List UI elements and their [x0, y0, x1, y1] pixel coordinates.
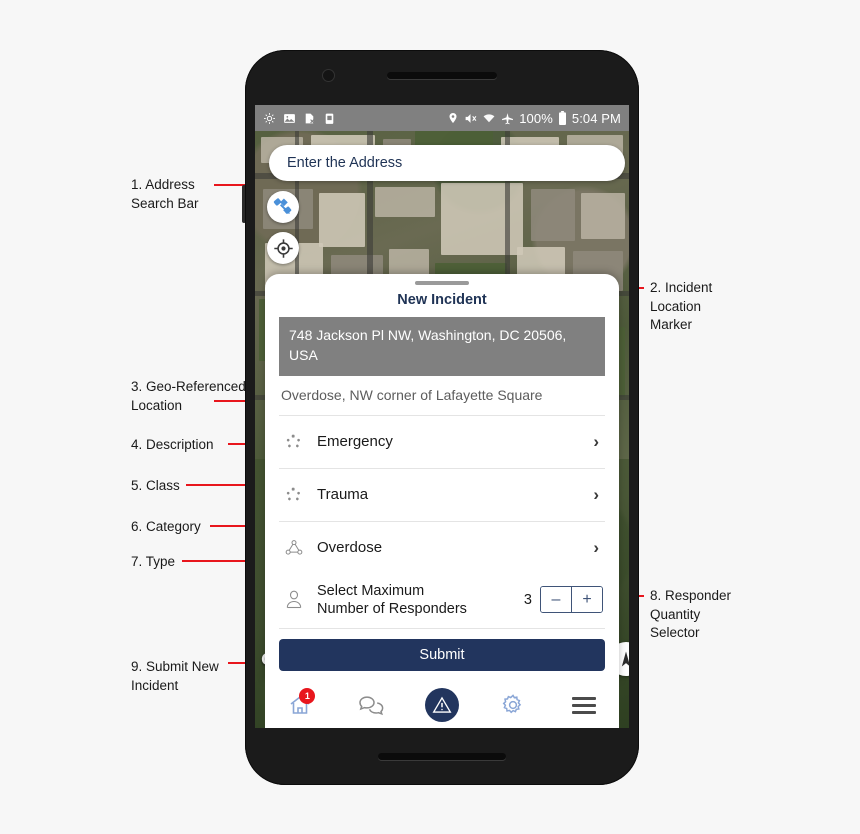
satellite-icon: [273, 198, 292, 214]
geo-referenced-location-field[interactable]: 748 Jackson Pl NW, Washington, DC 20506,…: [279, 317, 605, 376]
airplane-mode-icon: [501, 112, 514, 125]
chat-bubbles-icon: [359, 696, 384, 716]
bottom-navigation-bar: 1: [265, 682, 619, 728]
my-location-button[interactable]: [267, 232, 299, 264]
type-row[interactable]: Overdose ›: [279, 522, 605, 574]
nav-item-menu[interactable]: [561, 685, 607, 725]
location-crosshair-icon: [263, 112, 276, 125]
gear-icon: [502, 694, 521, 714]
mute-icon: [464, 112, 477, 125]
nav-item-settings[interactable]: [490, 685, 536, 725]
address-search-bar[interactable]: Enter the Address: [269, 145, 625, 181]
annotation-8-responder-quantity-selector: 8. Responder Quantity Selector: [650, 588, 732, 641]
class-value: Emergency: [317, 433, 393, 451]
nav-item-messages[interactable]: [348, 685, 394, 725]
phone-frame: 100% 5:04 PM Enter the Address New Incid…: [245, 50, 639, 785]
responder-quantity-row[interactable]: Select Maximum Number of Responders 3 – …: [279, 574, 605, 629]
sheet-drag-handle[interactable]: [415, 281, 469, 285]
phone-front-camera: [323, 70, 334, 81]
warning-triangle-icon: [432, 696, 452, 713]
class-burst-icon: [281, 432, 307, 452]
status-bar-left-icons: [263, 112, 336, 125]
nav-item-alerts[interactable]: [419, 685, 465, 725]
image-icon: [283, 112, 296, 125]
battery-icon: [558, 111, 567, 125]
category-burst-icon: [281, 485, 307, 505]
responder-count-value: 3: [523, 591, 532, 608]
status-bar-right-icons: 100% 5:04 PM: [447, 111, 621, 126]
type-value: Overdose: [317, 539, 383, 557]
clipboard-icon: [323, 112, 336, 125]
satellite-layer-button[interactable]: [267, 191, 299, 223]
phone-screen: 100% 5:04 PM Enter the Address New Incid…: [255, 105, 629, 728]
responder-increment-button[interactable]: +: [572, 587, 602, 613]
status-bar: 100% 5:04 PM: [255, 105, 629, 131]
responder-stepper[interactable]: – +: [540, 586, 603, 614]
responder-quantity-label: Select Maximum Number of Responders: [317, 582, 467, 617]
person-icon: [281, 589, 307, 611]
address-search-input-placeholder[interactable]: Enter the Address: [287, 155, 402, 171]
chevron-right-icon-class[interactable]: ›: [593, 433, 603, 450]
description-field[interactable]: Overdose, NW corner of Lafayette Square: [279, 376, 605, 416]
category-row[interactable]: Trauma ›: [279, 469, 605, 522]
annotation-1-address-search-bar: 1. Address Search Bar: [131, 177, 199, 211]
alert-circle-background: [424, 688, 459, 722]
hamburger-menu-icon[interactable]: [571, 696, 596, 714]
clock-label: 5:04 PM: [571, 110, 621, 126]
wifi-icon: [482, 112, 496, 125]
responder-decrement-button[interactable]: –: [541, 587, 571, 613]
nav-item-home[interactable]: 1: [277, 685, 323, 725]
chevron-right-icon-category[interactable]: ›: [593, 486, 603, 503]
submit-button[interactable]: Submit: [279, 639, 605, 671]
my-location-icon: [273, 238, 293, 258]
sheet-title: New Incident: [397, 292, 487, 308]
phone-bottom-speaker: [378, 753, 506, 760]
phone-earpiece: [387, 72, 497, 79]
category-value: Trauma: [317, 486, 369, 504]
sd-card-icon: [303, 112, 316, 125]
type-network-icon: [281, 538, 307, 558]
chevron-right-icon-type[interactable]: ›: [593, 539, 603, 556]
annotation-2-incident-location-marker: 2. Incident Location Marker: [650, 280, 713, 333]
class-row[interactable]: Emergency ›: [279, 416, 605, 469]
new-incident-sheet: New Incident 748 Jackson Pl NW, Washingt…: [265, 274, 619, 682]
battery-percent-label: 100%: [519, 110, 553, 126]
location-pin-icon: [447, 111, 459, 125]
